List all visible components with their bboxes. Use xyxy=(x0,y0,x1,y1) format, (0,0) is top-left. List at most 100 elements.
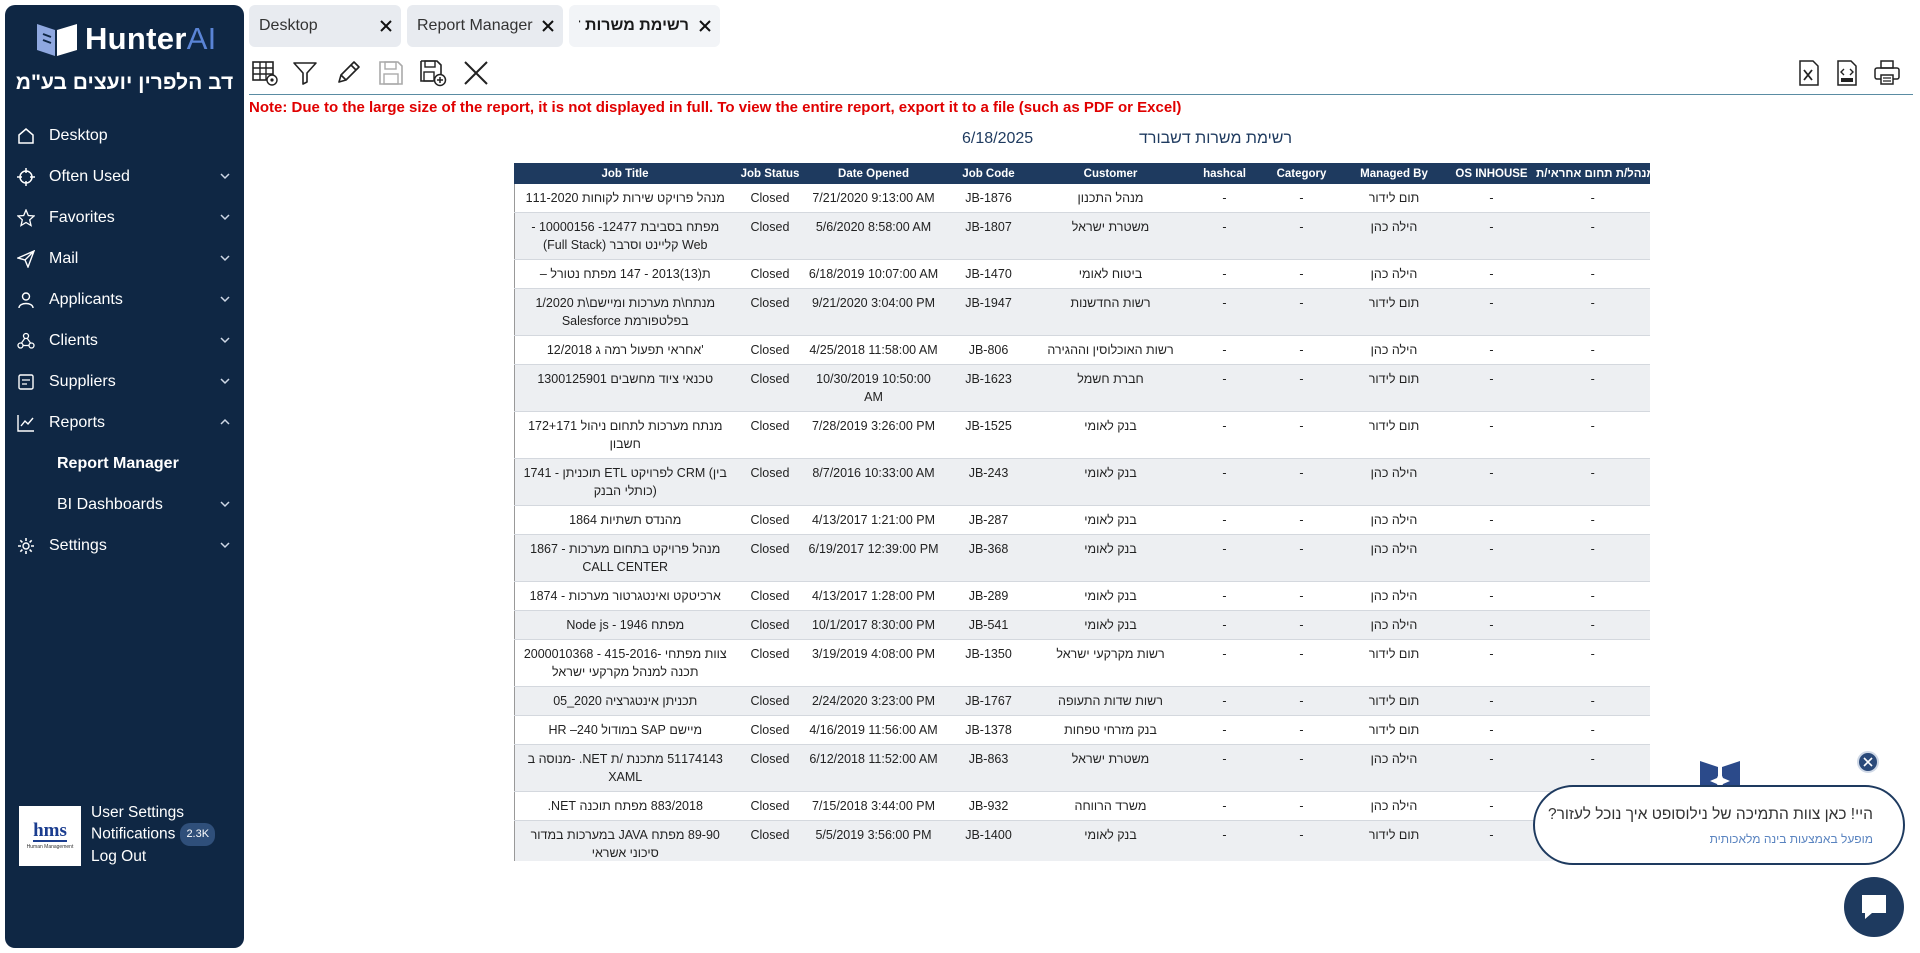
logo-text: HunterAI xyxy=(85,21,217,56)
sidebar-item-clients[interactable]: Clients xyxy=(5,320,244,361)
close-icon[interactable] xyxy=(698,19,712,33)
date-opened-cell: 4/13/2017 1:28:00 PM xyxy=(804,581,943,611)
column-header[interactable]: Job Code xyxy=(942,163,1035,184)
category-cell: - xyxy=(1262,505,1341,535)
table-row[interactable]: 'אחראי תפעול רמה ג 12/2018 Closed 4/25/201… xyxy=(514,335,1650,365)
column-header[interactable]: מנהל/ת תחום אחראי/ת xyxy=(1535,163,1650,184)
sidebar-item-favorites[interactable]: Favorites xyxy=(5,197,244,238)
table-row[interactable]: מפתח Node js - 1946 Closed 10/1/2017 8:30:… xyxy=(514,610,1650,640)
os-inhouse-cell: - xyxy=(1447,411,1536,459)
hashcal-cell: - xyxy=(1186,686,1263,716)
printer-icon xyxy=(1874,60,1900,85)
job-title-cell: טכנאי ציוד מחשבים 1300125901 xyxy=(514,364,736,412)
column-header[interactable]: hashcal xyxy=(1186,163,1263,184)
table-row[interactable]: מנהל פרויקט שירות לקוחות 111-2020 Closed 7… xyxy=(514,183,1650,213)
sidebar-item-suppliers[interactable]: Suppliers xyxy=(5,361,244,402)
notifications-badge: 2.3K xyxy=(180,823,216,846)
job-title-cell: מנהל פרויקט בתחום מערכות - 1867 CALL CEN… xyxy=(514,534,736,582)
sidebar-item-often-used[interactable]: Often Used xyxy=(5,156,244,197)
os-inhouse-cell: - xyxy=(1447,820,1536,861)
export-xml-button[interactable] xyxy=(1831,57,1863,89)
tab-report-dashboard[interactable]: רשימת משרות דשבורד... xyxy=(569,5,720,47)
table-row[interactable]: ארכיטקט ואינטגרטור מערכות - 1874 Closed 4/… xyxy=(514,581,1650,611)
os-inhouse-cell: - xyxy=(1447,715,1536,745)
hashcal-cell: - xyxy=(1186,639,1263,687)
column-header[interactable]: Job Title xyxy=(514,163,736,184)
table-row[interactable]: 89-90 מפתח JAVA במערכות במדור סיכוני אשר… xyxy=(514,820,1650,861)
table-row[interactable]: מנתח מערכות לתחום ניהול 172+171 חשבון Clo… xyxy=(514,411,1650,459)
hashcal-cell: - xyxy=(1186,288,1263,336)
print-button[interactable] xyxy=(1871,57,1903,89)
table-row[interactable]: בין) CRM לפרויקט ETL תוכניתן - 1741 (כות… xyxy=(514,458,1650,506)
sidebar-item-desktop[interactable]: Desktop xyxy=(5,115,244,156)
sidebar-item-mail[interactable]: Mail xyxy=(5,238,244,279)
table-row[interactable]: ת(13)2013 - 147 מפתח נטורל – Closed 6/18/2… xyxy=(514,259,1650,289)
report-toolbar xyxy=(249,55,1913,95)
save-as-button[interactable] xyxy=(417,57,449,89)
job-status-cell: Closed xyxy=(735,288,805,336)
table-row[interactable]: תכניתן אינטגרציה 2020_05 Closed 2/24/2020 … xyxy=(514,686,1650,716)
sidebar-item-applicants[interactable]: Applicants xyxy=(5,279,244,320)
table-row[interactable]: 51174143 מתכנת /ת NET. -מנוסה ב XAML Clos… xyxy=(514,744,1650,792)
category-cell: - xyxy=(1262,458,1341,506)
table-row[interactable]: מנהל פרויקט בתחום מערכות - 1867 CALL CEN… xyxy=(514,534,1650,582)
date-opened-cell: 5/6/2020 8:58:00 AM xyxy=(804,212,943,260)
export-excel-button[interactable] xyxy=(1793,57,1825,89)
user-settings-link[interactable]: User Settings xyxy=(91,802,215,823)
sidebar-item-reports[interactable]: Reports xyxy=(5,402,244,443)
notifications-link[interactable]: Notifications 2.3K xyxy=(91,823,216,846)
table-row[interactable]: מנתח\ת מערכות ומיישם\ת 1/2020 בפלטפורמת … xyxy=(514,288,1650,336)
report-table-container[interactable]: Job Title Job Status Date Opened Job Code Cu… xyxy=(514,163,1650,861)
close-icon xyxy=(1863,757,1873,767)
managed-by-cell: תום לידור xyxy=(1340,411,1448,459)
category-cell: - xyxy=(1262,534,1341,582)
category-cell: - xyxy=(1262,791,1341,821)
crosshair-icon xyxy=(16,167,36,187)
job-title-cell: מהנדס תשתיות 1864 xyxy=(514,505,736,535)
sidebar-item-label: Settings xyxy=(49,536,107,554)
filter-button[interactable] xyxy=(289,57,321,89)
avatar[interactable]: hms Human Management xyxy=(19,806,81,866)
managed-by-cell: תום לידור xyxy=(1340,288,1448,336)
table-row[interactable]: מפתח בסביבת 12477- 10000156 - Web קליינט… xyxy=(514,212,1650,260)
column-header[interactable]: OS INHOUSE xyxy=(1447,163,1536,184)
edit-button[interactable] xyxy=(332,57,364,89)
save-button[interactable] xyxy=(375,57,407,89)
os-inhouse-cell: - xyxy=(1447,335,1536,365)
chat-dismiss-button[interactable] xyxy=(1857,751,1879,773)
column-header[interactable]: Customer xyxy=(1034,163,1187,184)
sidebar-item-report-manager[interactable]: Report Manager xyxy=(5,443,244,484)
job-status-cell: Closed xyxy=(735,411,805,459)
job-code-cell: JB-368 xyxy=(942,534,1035,582)
table-row[interactable]: מהנדס תשתיות 1864 Closed 4/13/2017 1:21:00… xyxy=(514,505,1650,535)
date-opened-cell: 10/30/2019 10:50:00 AM xyxy=(804,364,943,412)
table-row[interactable]: מיישם SAP במודול HR –240 Closed 4/16/2019 … xyxy=(514,715,1650,745)
column-header[interactable]: Date Opened xyxy=(804,163,943,184)
customer-cell: רשות האוכלוסין וההגירה xyxy=(1034,335,1187,365)
date-opened-cell: 6/18/2019 10:07:00 AM xyxy=(804,259,943,289)
column-header[interactable]: Managed By xyxy=(1340,163,1448,184)
close-icon[interactable] xyxy=(379,19,393,33)
tab-report-manager[interactable]: Report Manager xyxy=(407,5,563,47)
table-settings-button[interactable] xyxy=(249,57,281,89)
sidebar-item-settings[interactable]: Settings xyxy=(5,525,244,566)
table-row[interactable]: טכנאי ציוד מחשבים 1300125901 Closed 10/30/… xyxy=(514,364,1650,412)
close-report-button[interactable] xyxy=(460,57,492,89)
report-date: 6/18/2025 xyxy=(962,130,1034,147)
table-body: מנהל פרויקט שירות לקוחות 111-2020 Closed 7… xyxy=(514,183,1650,861)
logout-link[interactable]: Log Out xyxy=(91,846,215,867)
sidebar-item-bi-dashboards[interactable]: BI Dashboards xyxy=(5,484,244,525)
tab-desktop[interactable]: Desktop xyxy=(249,5,401,47)
chat-prompt-bubble[interactable]: היי! כאן צוות התמיכה של נילוסופט איך נוכ… xyxy=(1533,785,1905,865)
job-code-cell: JB-541 xyxy=(942,610,1035,640)
close-icon[interactable] xyxy=(541,19,555,33)
chat-open-button[interactable] xyxy=(1844,877,1904,937)
column-header[interactable]: Category xyxy=(1262,163,1341,184)
table-row[interactable]: 883/2018 מפתח תוכנה NET. Closed 7/15/2018 … xyxy=(514,791,1650,821)
logo[interactable]: HunterAI xyxy=(35,19,217,59)
column-header[interactable]: Job Status xyxy=(735,163,805,184)
date-opened-cell: 6/19/2017 12:39:00 PM xyxy=(804,534,943,582)
chevron-down-icon xyxy=(220,542,230,549)
save-icon xyxy=(379,61,403,85)
table-row[interactable]: צוות מפתחי -415-2016 - 2000010368 תכנה ל… xyxy=(514,639,1650,687)
